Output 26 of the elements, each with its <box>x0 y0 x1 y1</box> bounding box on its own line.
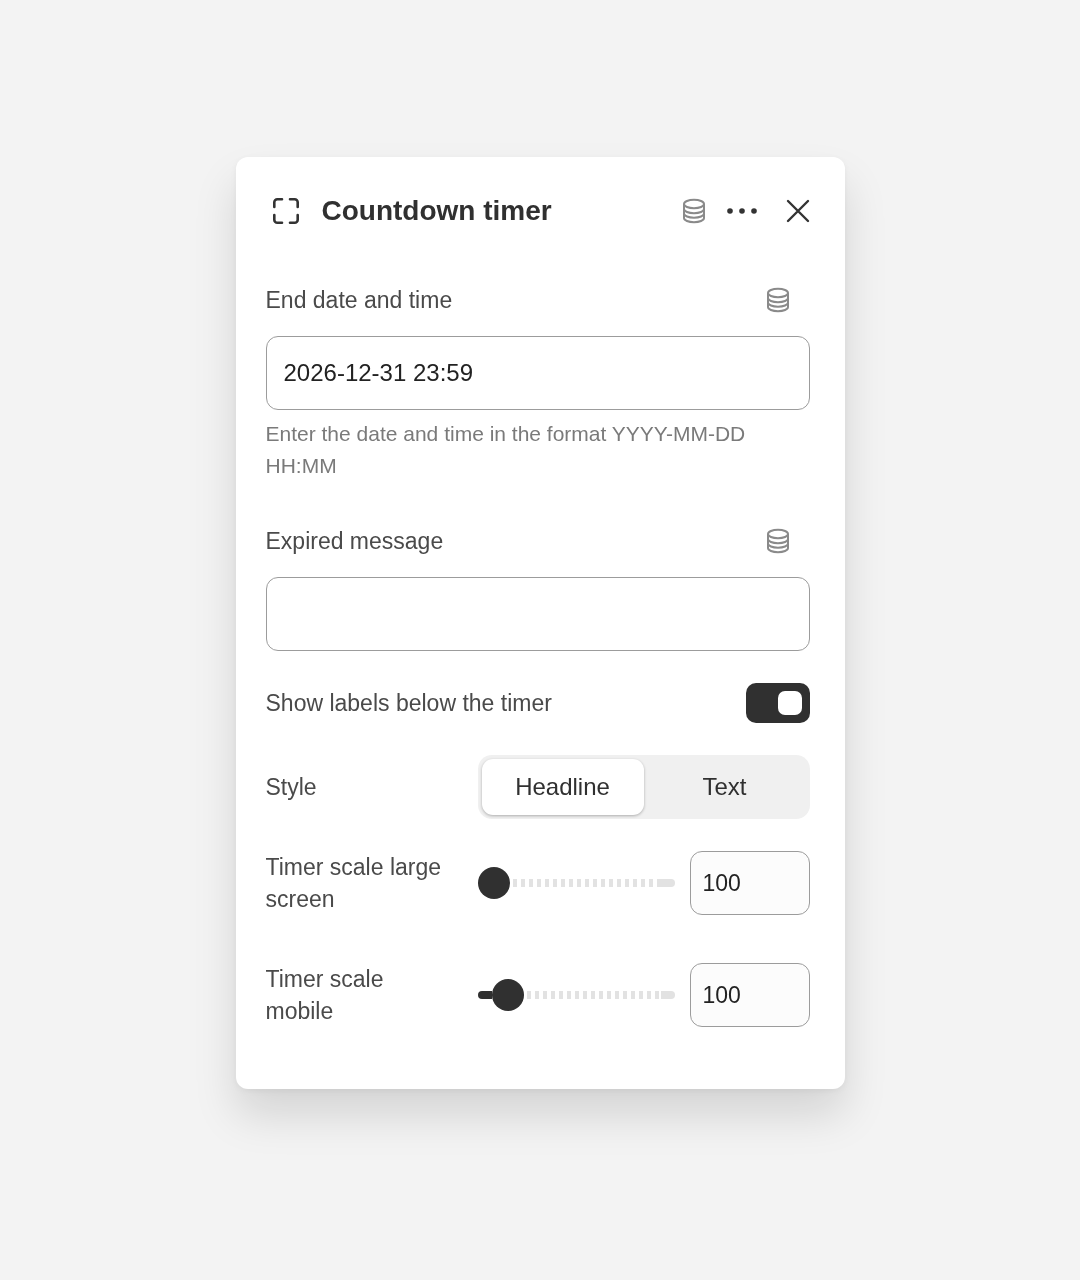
segment-button[interactable]: Headline <box>481 759 644 815</box>
slider-label: Timer scale large screen <box>265 853 443 914</box>
slider-thumb[interactable] <box>492 979 525 1011</box>
slider-track[interactable] <box>524 991 675 999</box>
more-icon[interactable] <box>726 208 757 214</box>
field-label: End date and time <box>265 286 453 314</box>
frame-icon <box>271 197 300 225</box>
number-field[interactable]: 100 <box>689 851 810 915</box>
text-field[interactable]: 2026-12-31 23:59 <box>265 336 810 410</box>
slider-label: Timer scale mobile <box>265 965 385 1026</box>
text-field[interactable] <box>265 577 810 651</box>
database-icon[interactable] <box>764 528 791 554</box>
number-field[interactable]: 100 <box>689 963 810 1027</box>
slider-thumb[interactable] <box>477 867 510 899</box>
close-icon[interactable] <box>785 199 810 223</box>
field-label: Expired message <box>265 527 444 555</box>
segment-button[interactable]: Text <box>643 759 806 815</box>
help-text: Enter the date and time in the format YYYY-MM-DD HH:MM <box>265 421 747 479</box>
toggle-label: Show labels below the timer <box>265 689 552 717</box>
slider[interactable] <box>477 867 675 899</box>
database-icon[interactable] <box>680 198 707 224</box>
database-icon[interactable] <box>764 287 791 313</box>
slider[interactable] <box>477 979 675 1011</box>
toggle-switch[interactable] <box>745 683 810 723</box>
style-label: Style <box>265 773 317 801</box>
panel-title: Countdown timer <box>321 196 552 226</box>
